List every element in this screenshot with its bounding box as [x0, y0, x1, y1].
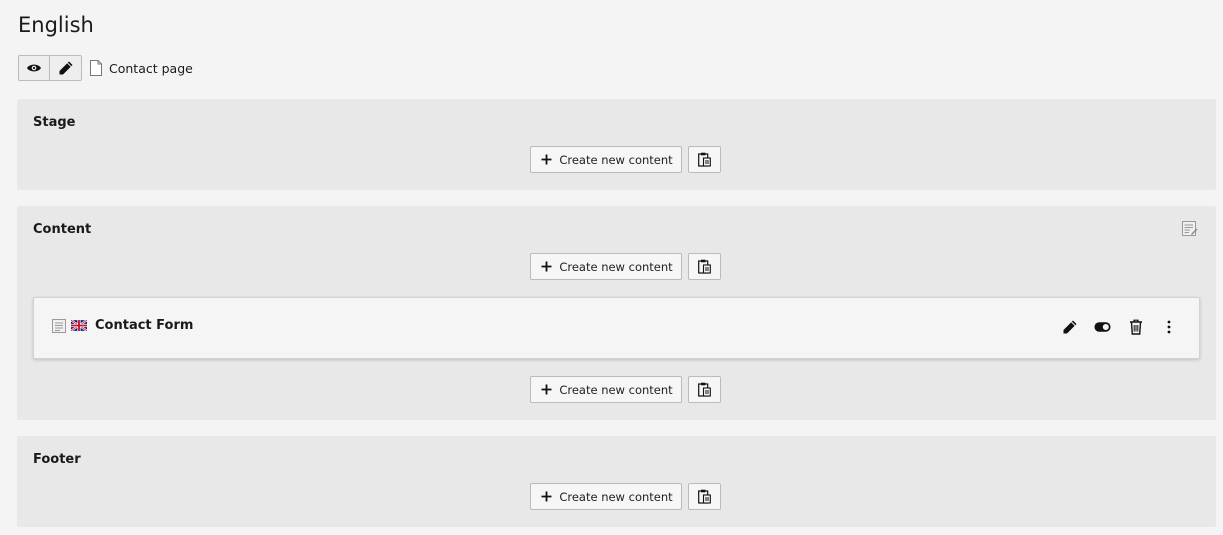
- more-vertical-icon: [1167, 320, 1170, 333]
- create-new-content-button[interactable]: Create new content: [530, 483, 682, 510]
- page-name: Contact page: [109, 60, 193, 76]
- clipboard-icon: [697, 489, 711, 504]
- view-page-button[interactable]: [18, 55, 50, 81]
- content-element-title: Contact Form: [95, 318, 194, 333]
- create-new-content-button[interactable]: Create new content: [530, 146, 682, 173]
- create-new-content-button[interactable]: Create new content: [530, 376, 682, 403]
- new-content-row: Create new content: [17, 483, 1216, 510]
- paste-button[interactable]: [687, 146, 721, 173]
- toggle-visibility-button[interactable]: [1094, 318, 1111, 335]
- toggle-icon: [1094, 321, 1111, 332]
- create-new-content-label: Create new content: [559, 382, 673, 397]
- column-title: Footer: [33, 452, 81, 467]
- plus-icon: [541, 384, 552, 395]
- plus-icon: [541, 154, 552, 165]
- new-content-row: Create new content: [17, 376, 1216, 403]
- clipboard-icon: [697, 152, 711, 167]
- column-title: Stage: [33, 115, 76, 130]
- column-content: Content Create new content Contact Form …: [17, 206, 1216, 420]
- page-icon: [90, 60, 102, 76]
- layout-edit-icon[interactable]: [1182, 221, 1198, 237]
- delete-element-button[interactable]: [1127, 318, 1144, 335]
- trash-icon: [1129, 319, 1142, 335]
- more-actions-button[interactable]: [1160, 318, 1177, 335]
- plus-icon: [541, 261, 552, 272]
- paste-button[interactable]: [687, 253, 721, 280]
- create-new-content-label: Create new content: [559, 152, 673, 167]
- clipboard-icon: [697, 259, 711, 274]
- page-toolbar: Contact page: [18, 54, 193, 82]
- create-new-content-button[interactable]: Create new content: [530, 253, 682, 280]
- column-footer: Footer Create new content: [17, 436, 1216, 527]
- pencil-icon: [1063, 320, 1076, 333]
- content-element-actions: [1061, 318, 1177, 335]
- paste-button[interactable]: [687, 376, 721, 403]
- content-element-card[interactable]: Contact Form: [33, 297, 1200, 359]
- plus-icon: [541, 491, 552, 502]
- content-element-header: Contact Form: [52, 318, 193, 333]
- create-new-content-label: Create new content: [559, 259, 673, 274]
- new-content-row: Create new content: [17, 146, 1216, 173]
- pencil-icon: [59, 61, 72, 75]
- eye-icon: [27, 64, 41, 72]
- paste-button[interactable]: [687, 483, 721, 510]
- text-content-icon: [52, 318, 66, 333]
- column-stage: Stage Create new content: [17, 99, 1216, 190]
- edit-element-button[interactable]: [1061, 318, 1078, 335]
- edit-page-button[interactable]: [50, 55, 82, 81]
- view-edit-button-group: [18, 55, 82, 81]
- page-title: English: [18, 13, 94, 37]
- column-title: Content: [33, 222, 92, 237]
- new-content-row: Create new content: [17, 253, 1216, 280]
- uk-flag-icon: [71, 320, 87, 331]
- page-info[interactable]: Contact page: [90, 60, 193, 76]
- clipboard-icon: [697, 382, 711, 397]
- create-new-content-label: Create new content: [559, 489, 673, 504]
